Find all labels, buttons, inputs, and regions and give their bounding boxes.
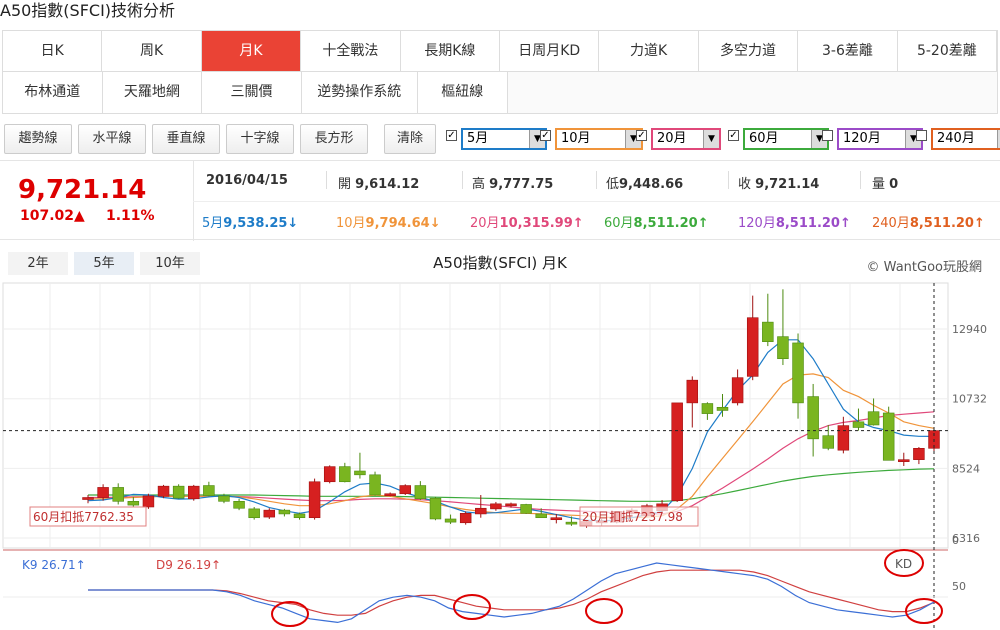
candle <box>686 379 699 404</box>
y-tick-label: 8524 <box>952 462 980 475</box>
highlight-circle <box>585 598 623 624</box>
kd-tick-label: 50 <box>952 580 966 593</box>
candle <box>263 509 276 518</box>
candle <box>384 493 396 497</box>
candle <box>233 501 245 509</box>
candle <box>490 503 502 510</box>
candle <box>97 487 109 498</box>
candle <box>127 501 140 506</box>
candle <box>354 470 366 476</box>
annotation-60m: 60月扣抵7762.35 <box>33 510 134 524</box>
candle <box>172 485 185 499</box>
candle <box>444 518 457 523</box>
candle <box>82 497 94 500</box>
candle <box>429 497 442 520</box>
candle <box>248 508 260 519</box>
candle <box>716 406 729 411</box>
candle <box>731 377 744 404</box>
candle <box>852 421 865 428</box>
candlestick-chart[interactable]: 12940107328524631605060月扣抵7762.35 20月扣抵72… <box>0 0 1000 630</box>
candle <box>475 507 487 515</box>
candle <box>898 459 910 462</box>
candle <box>746 317 759 377</box>
candle <box>369 474 381 496</box>
y-tick-label: 12940 <box>952 323 987 336</box>
highlight-circle <box>905 598 943 624</box>
candle <box>157 485 170 497</box>
annotation-20m: 20月扣抵7237.98 <box>582 510 683 524</box>
candle <box>323 466 336 483</box>
candle <box>837 425 850 451</box>
candle <box>218 495 230 502</box>
kd-tick-label: 0 <box>952 534 959 547</box>
candle <box>142 495 155 508</box>
candle <box>762 321 774 342</box>
d-line <box>88 569 935 616</box>
candle <box>550 517 563 521</box>
candle <box>535 513 547 519</box>
k-label: K9 26.71↑ <box>22 558 86 572</box>
candle <box>792 342 804 404</box>
d-label: D9 26.19↑ <box>156 558 221 572</box>
candle <box>565 521 578 525</box>
candle <box>822 435 834 449</box>
candle <box>339 466 351 483</box>
candle <box>807 396 819 440</box>
y-tick-label: 10732 <box>952 393 987 406</box>
candle <box>414 485 427 500</box>
candle <box>459 512 472 524</box>
highlight-circle <box>271 601 309 627</box>
candle <box>399 485 411 495</box>
candle <box>520 504 532 514</box>
candle <box>308 481 321 519</box>
candle <box>701 403 714 414</box>
candle <box>867 411 880 426</box>
candle <box>112 487 124 502</box>
candle <box>671 402 683 501</box>
candle <box>777 336 789 360</box>
candle <box>882 412 895 461</box>
candle <box>913 448 925 460</box>
kd-badge-label: KD <box>895 557 912 571</box>
candle <box>278 509 291 515</box>
candle <box>188 485 200 500</box>
candle <box>505 503 517 507</box>
candle <box>203 485 215 496</box>
candle <box>293 513 306 519</box>
